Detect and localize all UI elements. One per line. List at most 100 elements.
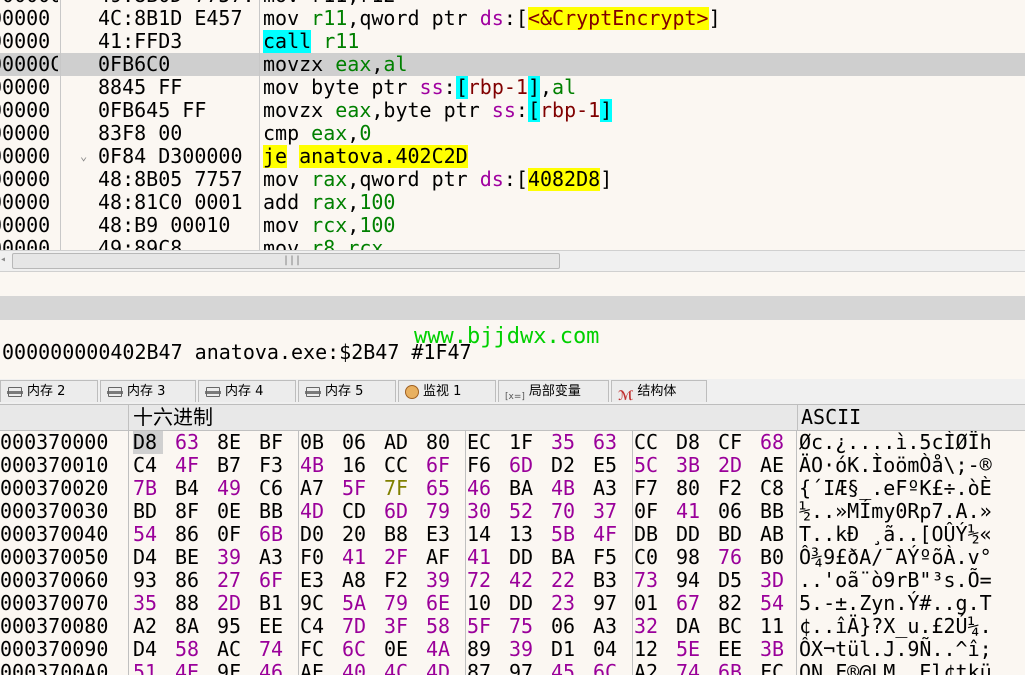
hex-byte[interactable]: B7 <box>217 454 247 477</box>
hex-byte[interactable]: F3 <box>259 454 289 477</box>
hex-byte[interactable]: 20 <box>342 523 372 546</box>
hex-byte[interactable]: 4B <box>551 477 581 500</box>
hex-byte[interactable]: 6F <box>426 454 456 477</box>
hex-byte[interactable]: 0E <box>384 638 414 661</box>
hex-byte[interactable]: D1 <box>551 638 581 661</box>
hex-byte[interactable]: 80 <box>426 431 456 454</box>
hex-byte[interactable]: 11 <box>760 615 790 638</box>
hex-byte[interactable]: 63 <box>593 431 623 454</box>
disasm-row[interactable]: 00000 49:89C8 mov r8,rcx <box>0 237 1025 250</box>
hex-byte[interactable]: 79 <box>426 500 456 523</box>
hex-byte[interactable]: 10 <box>467 592 497 615</box>
disasm-row[interactable]: 00000 48:B9 00010 mov rcx,100 <box>0 214 1025 237</box>
hex-byte[interactable]: 7D <box>342 615 372 638</box>
hex-byte[interactable]: 65 <box>426 477 456 500</box>
hex-byte[interactable]: BD <box>718 523 748 546</box>
disasm-row[interactable]: 00000 ⌄ 0F84 D300000 je anatova.402C2D <box>0 145 1025 168</box>
hex-byte[interactable]: 06 <box>551 615 581 638</box>
tab-1[interactable]: 内存 2 <box>0 380 98 402</box>
hex-byte[interactable]: 9C <box>300 592 330 615</box>
disasm-row[interactable]: 00000 4C:8B1D E457 mov r11,qword ptr ds:[<… <box>0 7 1025 30</box>
hex-byte[interactable]: BE <box>175 546 205 569</box>
hex-byte[interactable]: D4 <box>133 546 163 569</box>
hex-byte[interactable]: F2 <box>384 569 414 592</box>
disasm-row[interactable]: 000000 49:8B0D 7757... mov r11,r12 <box>0 0 1025 7</box>
hex-byte[interactable]: D4 <box>133 638 163 661</box>
hex-byte[interactable]: 82 <box>718 592 748 615</box>
hex-byte[interactable]: EC <box>467 431 497 454</box>
hex-byte[interactable]: F7 <box>634 477 664 500</box>
tab-5[interactable]: 监视 1 <box>398 380 496 402</box>
scrollbar-thumb[interactable]: ||| <box>12 253 560 269</box>
hex-byte[interactable]: 3B <box>676 454 706 477</box>
disasm-row[interactable]: 00000 83F8 00 cmp eax,0 <box>0 122 1025 145</box>
hex-byte[interactable]: 74 <box>676 661 706 675</box>
hex-byte[interactable]: C4 <box>133 454 163 477</box>
hex-byte[interactable]: 86 <box>175 569 205 592</box>
hex-byte[interactable]: 58 <box>426 615 456 638</box>
hex-byte[interactable]: 80 <box>676 477 706 500</box>
hex-byte[interactable]: A8 <box>342 569 372 592</box>
hex-byte[interactable]: 32 <box>634 615 664 638</box>
hex-byte[interactable]: BA <box>509 477 539 500</box>
hex-byte[interactable]: DD <box>509 546 539 569</box>
hex-byte[interactable]: 70 <box>551 500 581 523</box>
hex-byte[interactable]: 54 <box>760 592 790 615</box>
hex-byte[interactable]: 39 <box>509 638 539 661</box>
hex-byte[interactable]: 52 <box>509 500 539 523</box>
tab-7[interactable]: ℳ 结构体 <box>611 380 707 404</box>
hex-byte[interactable]: 63 <box>175 431 205 454</box>
hex-byte[interactable]: 3D <box>760 569 790 592</box>
hex-byte[interactable]: 22 <box>551 569 581 592</box>
hex-byte[interactable]: 01 <box>634 592 664 615</box>
hex-byte[interactable]: 3F <box>384 615 414 638</box>
hex-byte[interactable]: C8 <box>760 477 790 500</box>
hex-row[interactable]: 000370050 D4 BE 39 A3 F0 41 2F AF 41 DD BA F5 C0 98 76 B… <box>0 546 1025 569</box>
hex-byte[interactable]: 45 <box>551 661 581 675</box>
hex-byte[interactable]: 06 <box>718 500 748 523</box>
hex-byte[interactable]: 87 <box>467 661 497 675</box>
hex-byte[interactable]: 5A <box>342 592 372 615</box>
hex-byte[interactable]: D8 <box>133 431 163 454</box>
tab-2[interactable]: 内存 3 <box>100 380 196 402</box>
hex-byte[interactable]: 6D <box>384 500 414 523</box>
hex-byte[interactable]: 8F <box>175 500 205 523</box>
hex-byte[interactable]: 3B <box>760 638 790 661</box>
disasm-row[interactable]: 00000 8845 FF mov byte ptr ss:[rbp-1],al <box>0 76 1025 99</box>
hex-byte[interactable]: EE <box>259 615 289 638</box>
hex-byte[interactable]: 5C <box>634 454 664 477</box>
hex-byte[interactable]: E3 <box>426 523 456 546</box>
hex-byte[interactable]: 37 <box>593 500 623 523</box>
hex-byte[interactable]: BB <box>259 500 289 523</box>
hex-byte[interactable]: E3 <box>300 569 330 592</box>
pane-splitter[interactable] <box>0 296 1025 320</box>
hex-row[interactable]: 000370020 7B B4 49 C6 A7 5F 7F 65 46 BA 4B A3 F7 80 F2 C… <box>0 477 1025 500</box>
hex-byte[interactable]: 5F <box>467 615 497 638</box>
hex-byte[interactable]: F0 <box>300 546 330 569</box>
hex-byte[interactable]: 4C <box>384 661 414 675</box>
hex-byte[interactable]: 16 <box>342 454 372 477</box>
hex-byte[interactable]: 72 <box>467 569 497 592</box>
hex-byte[interactable]: 97 <box>509 661 539 675</box>
hex-byte[interactable]: 27 <box>217 569 247 592</box>
hex-byte[interactable]: 0F <box>217 523 247 546</box>
hex-byte[interactable]: E5 <box>593 454 623 477</box>
hex-byte[interactable]: B3 <box>593 569 623 592</box>
hex-byte[interactable]: 0F <box>634 500 664 523</box>
hex-byte[interactable]: 46 <box>259 661 289 675</box>
hex-byte[interactable]: 0E <box>217 500 247 523</box>
hex-byte[interactable]: D8 <box>676 431 706 454</box>
hex-byte[interactable]: B0 <box>760 546 790 569</box>
hex-byte[interactable]: FC <box>300 638 330 661</box>
hex-row[interactable]: 000370040 54 86 0F 6B D0 20 B8 E3 14 13 5B 4F DB DD BD A… <box>0 523 1025 546</box>
horizontal-scrollbar[interactable]: ◂ ||| <box>0 250 1025 272</box>
hex-byte[interactable]: A3 <box>593 615 623 638</box>
hex-byte[interactable]: 4D <box>300 500 330 523</box>
hex-byte[interactable]: 98 <box>676 546 706 569</box>
hex-byte[interactable]: BA <box>551 546 581 569</box>
hex-byte[interactable]: F6 <box>467 454 497 477</box>
hex-byte[interactable]: 8E <box>217 431 247 454</box>
hex-byte[interactable]: 46 <box>467 477 497 500</box>
tab-3[interactable]: 内存 4 <box>198 380 296 402</box>
hex-byte[interactable]: DD <box>509 592 539 615</box>
